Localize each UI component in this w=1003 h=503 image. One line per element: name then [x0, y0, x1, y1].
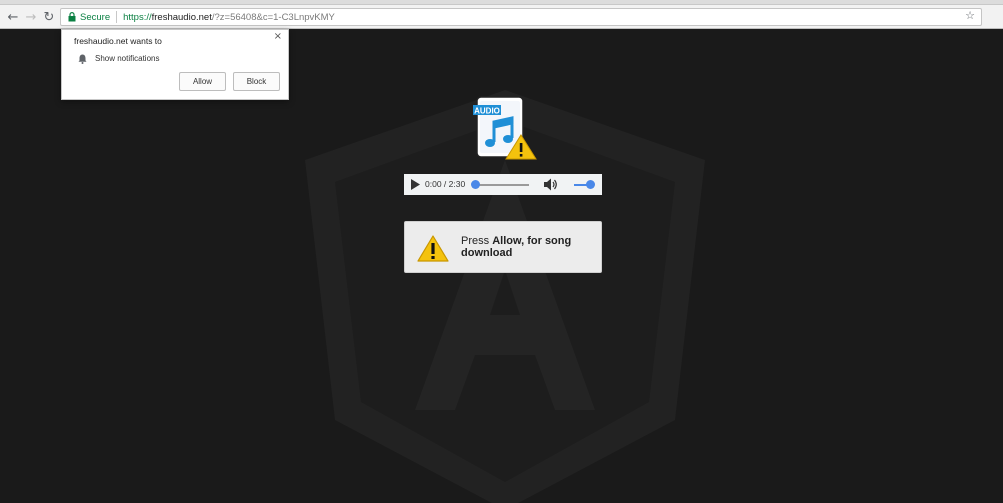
warning-icon [417, 235, 449, 262]
url-protocol: https:// [123, 11, 152, 23]
bookmark-star-icon[interactable]: ☆ [965, 9, 975, 22]
permission-label: Show notifications [95, 54, 160, 63]
address-bar[interactable]: Secure https:// freshaudio.net /?z=56408… [60, 8, 982, 26]
notification-permission-popup: freshaudio.net wants to × Show notificat… [61, 29, 289, 100]
audio-player: 0:00 / 2:30 [404, 174, 602, 195]
bell-icon [78, 54, 87, 64]
player-time: 0:00 / 2:30 [425, 179, 466, 189]
url-path: /?z=56408&c=1-C3LnpvKMY [211, 11, 335, 23]
progress-knob[interactable] [471, 180, 480, 189]
lock-icon [66, 9, 78, 25]
browser-toolbar: ← → ↻ Secure https:// freshaudio.net /?z… [0, 5, 1003, 29]
block-button[interactable]: Block [233, 72, 280, 91]
progress-track[interactable] [475, 184, 529, 186]
secure-label: Secure [80, 11, 111, 23]
back-arrow-icon[interactable]: ← [4, 8, 22, 26]
prompt-message: Press Allow, for song download [461, 235, 591, 259]
omnibox-divider [116, 11, 118, 23]
volume-knob[interactable] [586, 180, 595, 189]
close-icon[interactable]: × [274, 31, 282, 42]
allow-button[interactable]: Allow [179, 72, 226, 91]
play-icon[interactable] [411, 179, 420, 190]
page-content: AUDIO 0:00 / 2:30 Press Allow, for song … [0, 30, 1003, 503]
allow-prompt-box: Press Allow, for song download [404, 221, 602, 273]
reload-icon[interactable]: ↻ [40, 8, 58, 26]
audio-badge-text: AUDIO [474, 107, 500, 116]
volume-icon[interactable] [544, 178, 558, 191]
url-host: freshaudio.net [151, 11, 212, 23]
prompt-prefix: Press [461, 235, 493, 247]
popup-title: freshaudio.net wants to [74, 36, 162, 46]
audio-file-warning-icon: AUDIO [473, 96, 537, 160]
forward-arrow-icon[interactable]: → [22, 8, 40, 26]
